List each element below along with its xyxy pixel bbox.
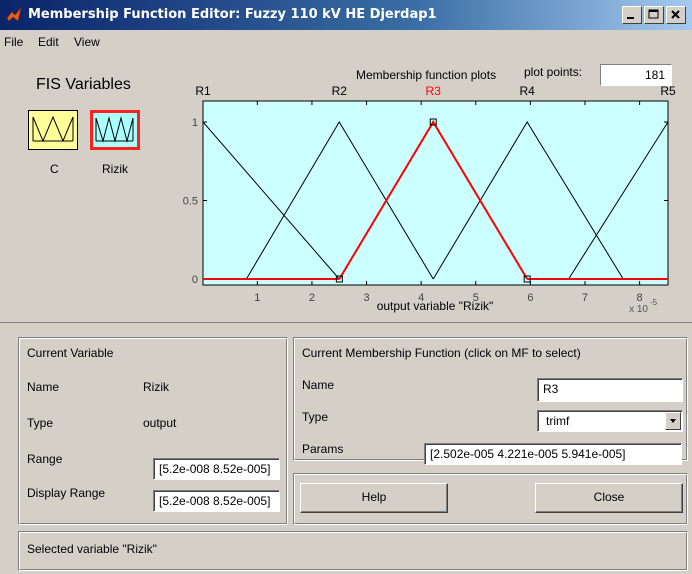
x-tick-label: 3: [363, 292, 369, 304]
close-icon: [671, 10, 680, 19]
membership-function-plot[interactable]: 1 2 3 4 5 6 7 800.51 R1 R2 R4 R5R3 output variable…: [0, 54, 692, 320]
name-label: Name: [27, 380, 60, 394]
x-multiplier-label: x 10: [629, 304, 648, 315]
x-tick-label: 6: [527, 292, 533, 304]
current-mf-title: Current Membership Function (click on MF…: [302, 346, 581, 360]
mf-name-input[interactable]: R3: [537, 378, 683, 402]
title-bar[interactable]: Membership Function Editor: Fuzzy 110 kV…: [0, 0, 692, 30]
x-tick-label: 8: [637, 292, 643, 304]
close-window-button[interactable]: [666, 6, 686, 24]
maximize-button[interactable]: [644, 6, 664, 24]
x-axis-label: output variable "Rizik": [377, 299, 494, 313]
display-range-input[interactable]: [5.2e-008 8.52e-005]: [153, 490, 280, 512]
minimize-button[interactable]: [622, 6, 642, 24]
x-tick-label: 7: [582, 292, 588, 304]
y-tick-label: 0: [192, 274, 198, 286]
x-tick-label: 2: [309, 292, 315, 304]
window-title: Membership Function Editor: Fuzzy 110 kV…: [28, 7, 437, 22]
menu-bar: File Edit View: [0, 31, 692, 53]
mf-type-label: Type: [302, 410, 329, 424]
dropdown-arrow-button[interactable]: [665, 412, 681, 430]
mf-type-value: trimf: [546, 414, 570, 428]
minimize-icon: [627, 17, 634, 19]
current-variable-title: Current Variable: [27, 346, 114, 360]
mf-label-r4: R4: [519, 84, 535, 98]
mf-label-r5: R5: [660, 84, 676, 98]
mf-params-label: Params: [302, 442, 344, 456]
mf-type-dropdown[interactable]: trimf: [537, 410, 683, 432]
menu-edit[interactable]: Edit: [38, 35, 59, 49]
current-variable-panel: Current Variable Name Rizik Type output …: [18, 337, 288, 525]
mf-label-r1: R1: [195, 84, 211, 98]
range-input[interactable]: [5.2e-008 8.52e-005]: [153, 458, 280, 480]
x-multiplier-exponent: -5: [650, 298, 658, 307]
mf-label-r2: R2: [332, 84, 348, 98]
type-label: Type: [27, 416, 54, 430]
status-text: Selected variable "Rizik": [27, 542, 157, 556]
help-button[interactable]: Help: [300, 483, 448, 513]
range-label: Range: [27, 452, 63, 466]
mf-name-label: Name: [302, 378, 335, 392]
close-button[interactable]: Close: [535, 483, 683, 513]
upper-area: FIS Variables C Rizik Membership functio…: [0, 54, 692, 320]
matlab-icon: [6, 7, 22, 22]
menu-view[interactable]: View: [74, 35, 100, 49]
chevron-down-icon: [670, 419, 676, 423]
x-tick-label: 1: [254, 292, 260, 304]
mf-label-r3: R3: [426, 84, 442, 98]
variable-type-value: output: [143, 416, 177, 430]
display-range-label: Display Range: [27, 486, 106, 500]
status-panel: Selected variable "Rizik": [18, 531, 688, 571]
y-tick-label: 1: [192, 117, 198, 129]
variable-name-value: Rizik: [143, 380, 169, 394]
maximize-icon: [648, 9, 659, 19]
mf-params-input[interactable]: [2.502e-005 4.221e-005 5.941e-005]: [424, 443, 682, 465]
membership-function-editor-window: Membership Function Editor: Fuzzy 110 kV…: [0, 0, 692, 574]
lower-area: Current Variable Name Rizik Type output …: [0, 322, 692, 574]
y-tick-label: 0.5: [183, 196, 198, 208]
menu-file[interactable]: File: [4, 35, 23, 49]
